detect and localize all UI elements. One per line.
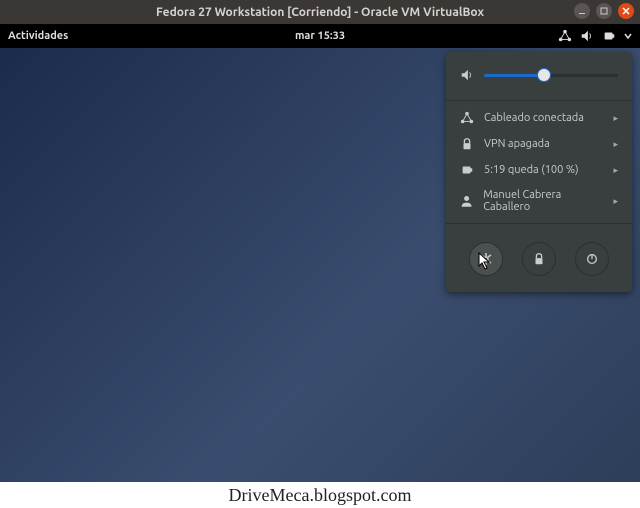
gnome-desktop: Actividades mar 15:33 Cableado conectada… [0, 24, 640, 482]
vm-titlebar: Fedora 27 Workstation [Corriendo] - Orac… [0, 0, 640, 24]
clock[interactable]: mar 15:33 [295, 30, 345, 42]
vpn-menu-item[interactable]: VPN apagada ▸ [446, 131, 632, 157]
vm-close-button[interactable] [618, 3, 634, 19]
chevron-right-icon: ▸ [613, 139, 618, 150]
lock-screen-button[interactable] [522, 242, 556, 276]
user-menu-item[interactable]: Manuel Cabrera Caballero ▸ [446, 183, 632, 219]
battery-status-icon [460, 163, 474, 177]
wired-network-icon [460, 111, 474, 125]
lock-icon [460, 137, 474, 151]
vm-window-controls [574, 3, 634, 19]
network-label: Cableado conectada [484, 112, 584, 124]
vm-maximize-button[interactable] [596, 3, 612, 19]
chevron-right-icon: ▸ [613, 196, 618, 207]
menu-separator [446, 100, 632, 101]
system-menu: Cableado conectada ▸ VPN apagada ▸ 5:19 … [446, 52, 632, 292]
vm-title: Fedora 27 Workstation [Corriendo] - Orac… [156, 6, 484, 19]
chevron-right-icon: ▸ [613, 165, 618, 176]
battery-label: 5:19 queda (100 %) [484, 164, 579, 176]
menu-separator [446, 223, 632, 224]
settings-button[interactable] [469, 242, 503, 276]
chevron-down-icon [624, 32, 632, 40]
volume-slider-fill [484, 74, 544, 77]
network-icon [558, 29, 572, 43]
system-tray[interactable] [558, 29, 632, 43]
network-menu-item[interactable]: Cableado conectada ▸ [446, 105, 632, 131]
power-button[interactable] [575, 242, 609, 276]
user-icon [460, 194, 473, 208]
caption: DriveMeca.blogspot.com [0, 482, 640, 508]
activities-button[interactable]: Actividades [8, 30, 68, 42]
action-row [446, 228, 632, 280]
vpn-label: VPN apagada [484, 138, 550, 150]
user-label: Manuel Cabrera Caballero [483, 189, 603, 213]
volume-row [446, 64, 632, 96]
volume-slider-icon [460, 68, 474, 82]
volume-slider[interactable] [484, 74, 618, 77]
volume-icon [580, 29, 594, 43]
chevron-right-icon: ▸ [613, 113, 618, 124]
volume-slider-thumb[interactable] [537, 68, 551, 82]
vm-minimize-button[interactable] [574, 3, 590, 19]
battery-menu-item[interactable]: 5:19 queda (100 %) ▸ [446, 157, 632, 183]
gnome-topbar: Actividades mar 15:33 [0, 24, 640, 48]
battery-icon [602, 29, 616, 43]
